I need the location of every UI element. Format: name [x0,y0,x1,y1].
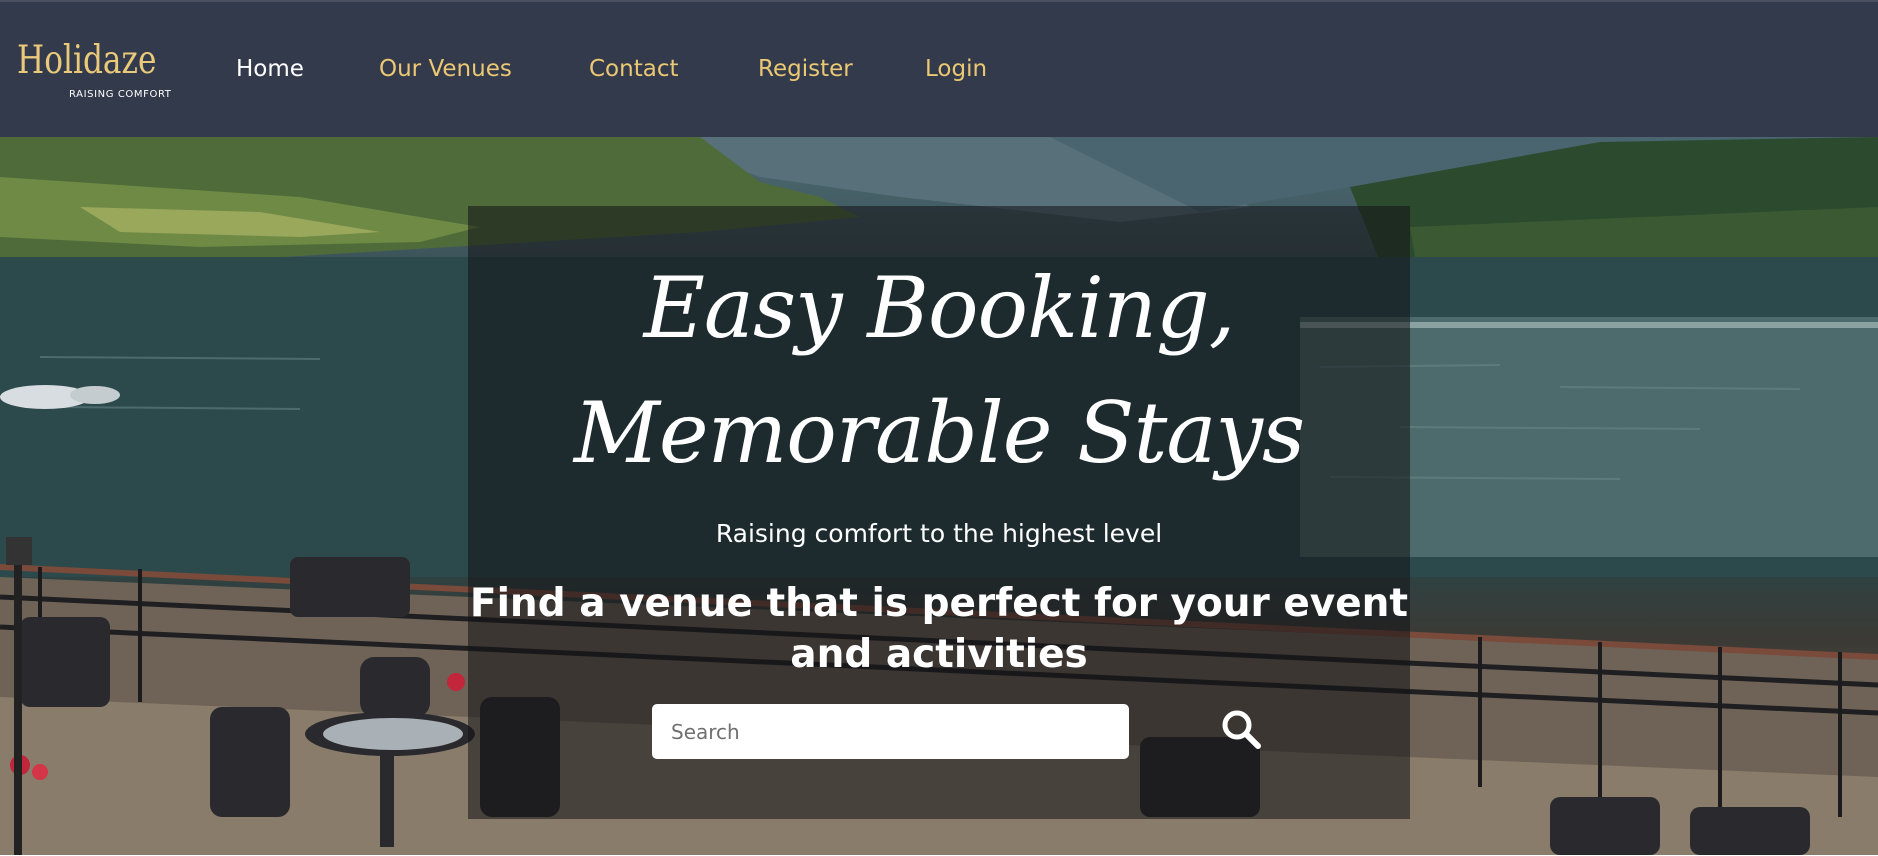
nav-link-register[interactable]: Register [758,56,853,82]
search-input[interactable] [652,704,1129,759]
search-button[interactable] [1220,708,1264,752]
nav-link-login[interactable]: Login [925,56,987,82]
hero-subtitle: Raising comfort to the highest level [715,519,1163,548]
logo[interactable]: Holidaze RAISING COMFORT [17,38,171,108]
search-icon [1222,710,1261,749]
logo-wordmark: Holidaze [17,38,157,83]
nav-link-our-venues[interactable]: Our Venues [379,56,512,82]
hero-overlay-panel: Easy Booking, Memorable Stays Raising co… [468,206,1410,819]
hero-headline-line-2: Memorable Stays [573,384,1305,482]
nav-link-contact[interactable]: Contact [589,56,678,82]
hero-find-venue-text: Find a venue that is perfect for your ev… [469,581,1409,677]
nav-link-home[interactable]: Home [236,56,304,82]
hero-headline-line-1: Easy Booking, [643,259,1236,357]
logo-tagline: RAISING COMFORT [69,89,172,100]
hero-section: Easy Booking, Memorable Stays Raising co… [0,137,1878,855]
navbar: Holidaze RAISING COMFORT Home Our Venues… [0,0,1878,137]
